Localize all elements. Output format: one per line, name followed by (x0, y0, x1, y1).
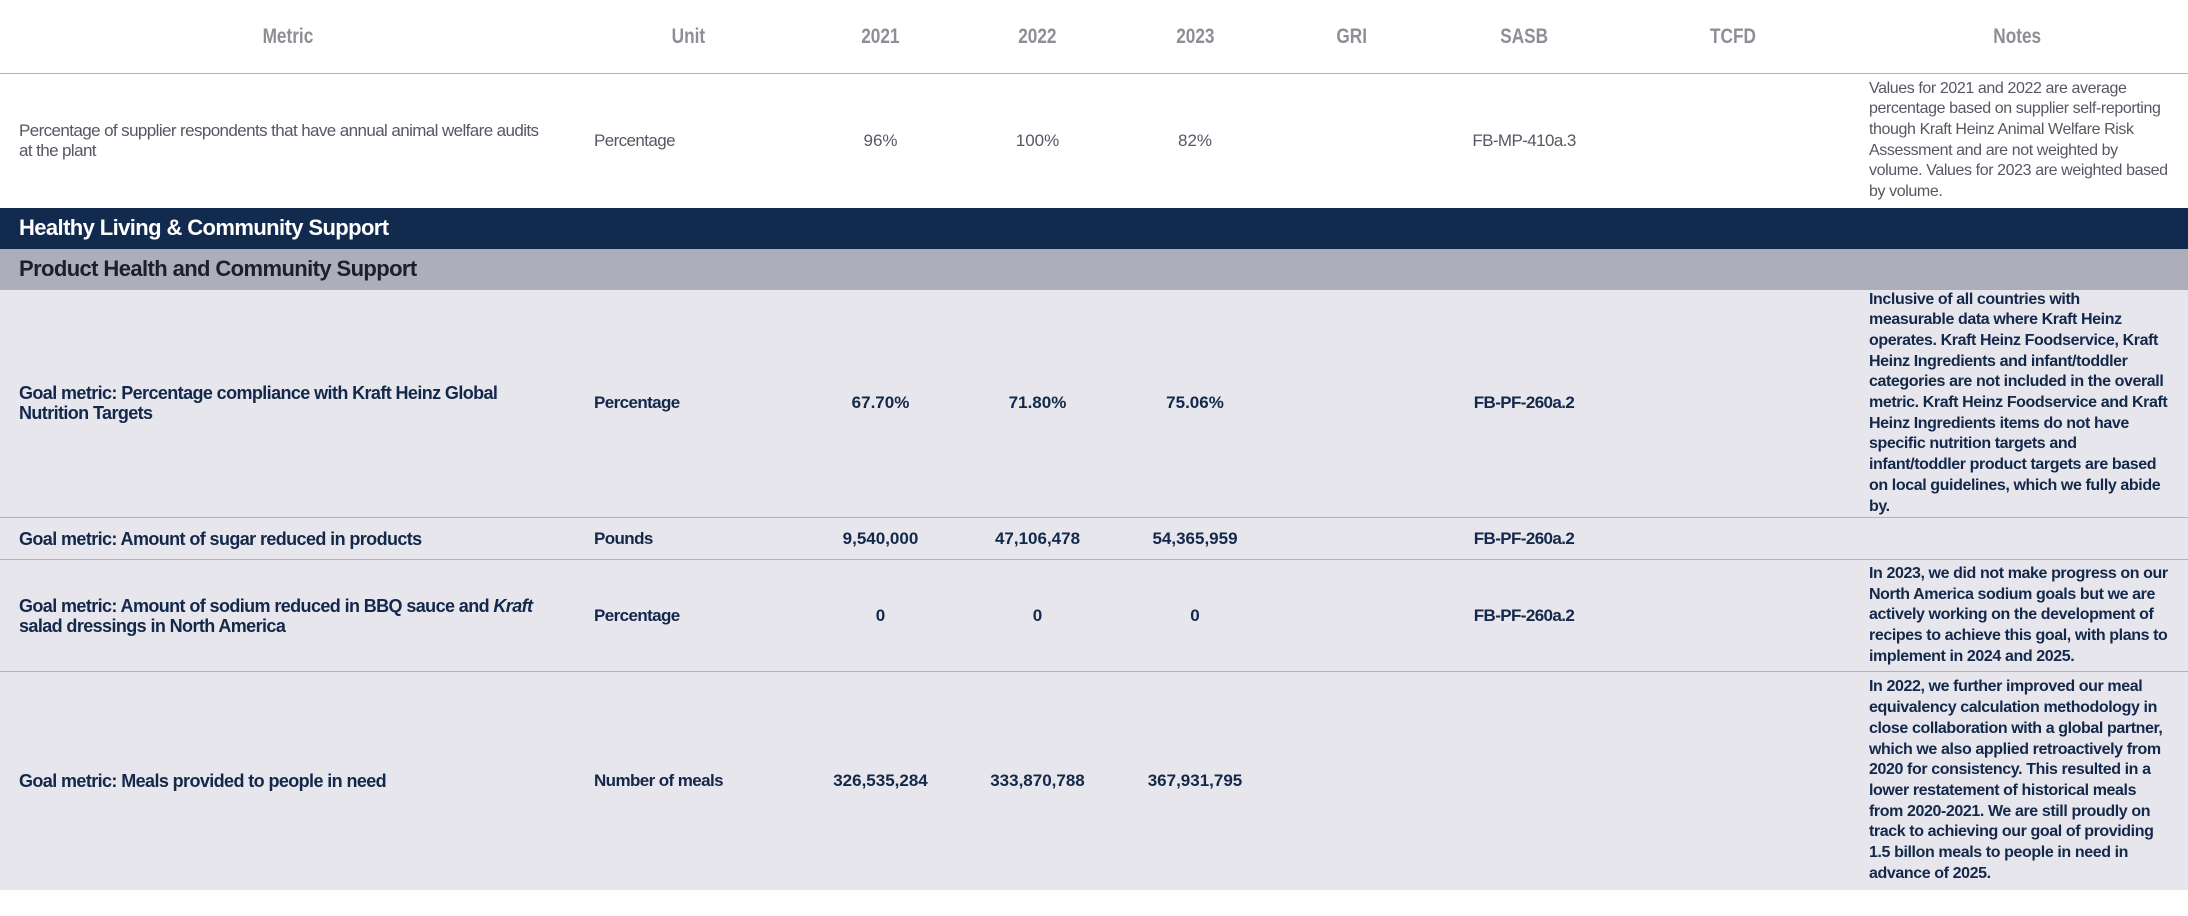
cell-gri (1274, 559, 1429, 673)
cell-notes: In 2023, we did not make progress on our… (1847, 559, 2188, 673)
cell-metric: Percentage of supplier respondents that … (0, 73, 575, 208)
cell-2023: 75.06% (1116, 289, 1274, 519)
table-header: Metric Unit 2021 2022 2023 GRI SASB TCFD… (0, 0, 2188, 74)
cell-sasb: FB-PF-260a.2 (1429, 559, 1619, 673)
sustainability-data-table-page: Metric Unit 2021 2022 2023 GRI SASB TCFD… (0, 0, 2188, 916)
cell-unit: Pounds (575, 517, 802, 561)
header-2023: 2023 (1116, 0, 1274, 74)
cell-sasb: FB-PF-260a.2 (1429, 517, 1619, 561)
section-header-row: Healthy Living & Community Support (0, 207, 2188, 249)
cell-2022: 47,106,478 (959, 517, 1116, 561)
cell-2022: 100% (959, 73, 1116, 208)
cell-2022: 0 (959, 559, 1116, 673)
cell-metric: Goal metric: Meals provided to people in… (0, 671, 575, 890)
cell-metric: Goal metric: Amount of sodium reduced in… (0, 559, 575, 673)
header-sasb: SASB (1429, 0, 1619, 74)
cell-metric: Goal metric: Percentage compliance with … (0, 289, 575, 519)
table-row-sodium-reduced: Goal metric: Amount of sodium reduced in… (0, 559, 2188, 673)
cell-2021: 96% (802, 73, 959, 208)
header-tcfd: TCFD (1619, 0, 1847, 74)
cell-2021: 9,540,000 (802, 517, 959, 561)
cell-gri (1274, 289, 1429, 519)
cell-notes (1847, 517, 2188, 561)
table-row-sugar-reduced: Goal metric: Amount of sugar reduced in … (0, 517, 2188, 561)
table-row-meals-provided: Goal metric: Meals provided to people in… (0, 671, 2188, 890)
header-row: Metric Unit 2021 2022 2023 GRI SASB TCFD… (0, 0, 2188, 74)
cell-2021: 326,535,284 (802, 671, 959, 890)
cell-2023: 367,931,795 (1116, 671, 1274, 890)
metrics-table: Metric Unit 2021 2022 2023 GRI SASB TCFD… (0, 0, 2188, 890)
cell-gri (1274, 517, 1429, 561)
subsection-header-row: Product Health and Community Support (0, 248, 2188, 290)
subsection-title: Product Health and Community Support (0, 248, 2188, 290)
cell-metric: Goal metric: Amount of sugar reduced in … (0, 517, 575, 561)
cell-sasb (1429, 671, 1619, 890)
metric-text-part-b: salad dressings in North America (19, 615, 286, 636)
cell-tcfd (1619, 559, 1847, 673)
cell-unit: Percentage (575, 73, 802, 208)
header-2022: 2022 (959, 0, 1116, 74)
cell-2021: 67.70% (802, 289, 959, 519)
cell-notes: Values for 2021 and 2022 are average per… (1847, 73, 2188, 208)
table-row-nutrition-targets: Goal metric: Percentage compliance with … (0, 289, 2188, 519)
cell-notes: Inclusive of all countries with measurab… (1847, 289, 2188, 519)
section-title: Healthy Living & Community Support (0, 207, 2188, 249)
table-row-animal-welfare: Percentage of supplier respondents that … (0, 73, 2188, 208)
cell-sasb: FB-MP-410a.3 (1429, 73, 1619, 208)
cell-2023: 54,365,959 (1116, 517, 1274, 561)
header-unit: Unit (575, 0, 802, 74)
cell-unit: Percentage (575, 289, 802, 519)
cell-sasb: FB-PF-260a.2 (1429, 289, 1619, 519)
header-metric: Metric (0, 0, 575, 74)
cell-2022: 333,870,788 (959, 671, 1116, 890)
cell-tcfd (1619, 73, 1847, 208)
header-2021: 2021 (802, 0, 959, 74)
cell-2021: 0 (802, 559, 959, 673)
cell-2022: 71.80% (959, 289, 1116, 519)
cell-unit: Number of meals (575, 671, 802, 890)
cell-notes: In 2022, we further improved our meal eq… (1847, 671, 2188, 890)
cell-unit: Percentage (575, 559, 802, 673)
cell-tcfd (1619, 671, 1847, 890)
header-notes: Notes (1847, 0, 2188, 74)
cell-gri (1274, 73, 1429, 208)
cell-2023: 0 (1116, 559, 1274, 673)
cell-tcfd (1619, 517, 1847, 561)
cell-gri (1274, 671, 1429, 890)
brand-name-kraft: Kraft (493, 595, 533, 616)
header-gri: GRI (1274, 0, 1429, 74)
cell-2023: 82% (1116, 73, 1274, 208)
metric-text-part-a: Goal metric: Amount of sodium reduced in… (19, 595, 494, 616)
cell-tcfd (1619, 289, 1847, 519)
